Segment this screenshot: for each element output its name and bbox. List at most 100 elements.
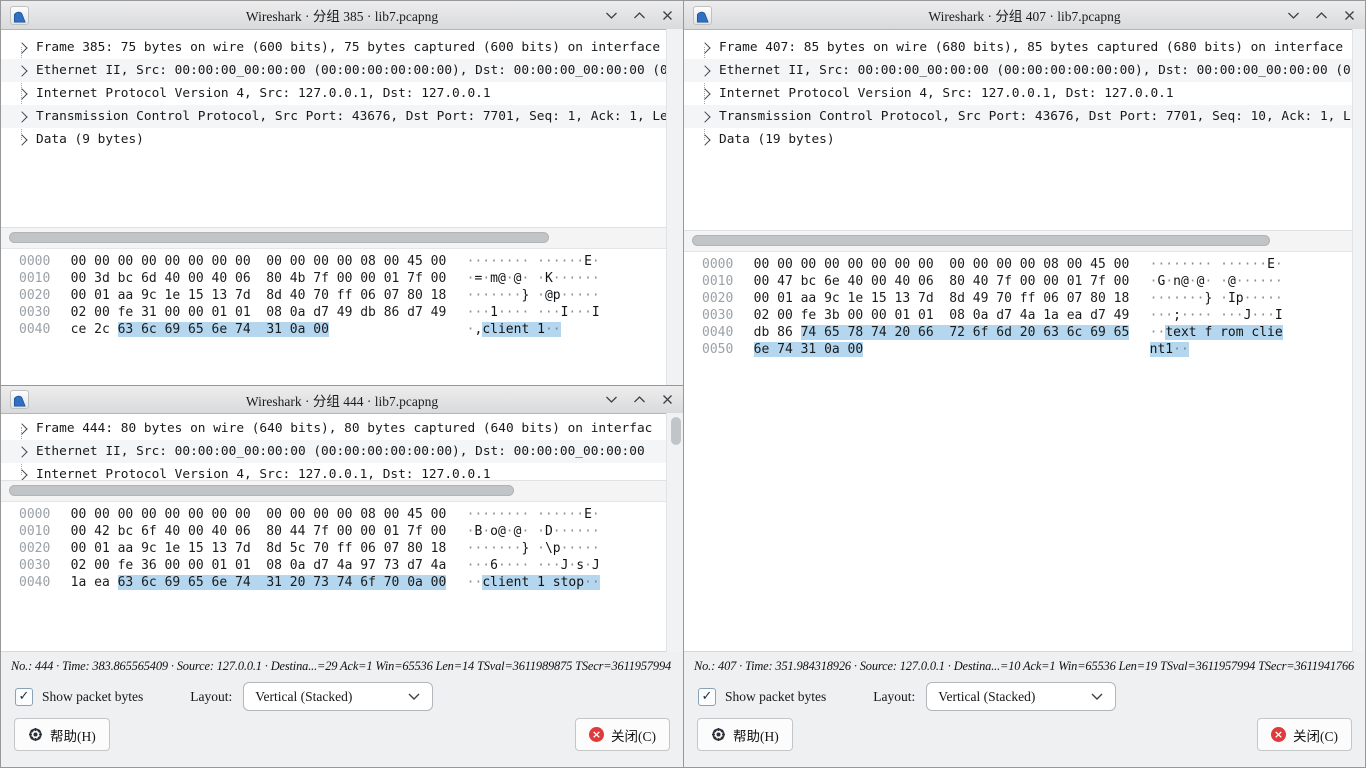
tree-row[interactable]: Frame 407: 85 bytes on wire (680 bits), … [684,36,1365,59]
hex-row[interactable]: 00506e 74 31 0a 00nt1·· [702,341,1365,358]
hex-offset: 0000 [19,507,50,522]
chevron-right-icon[interactable] [16,42,27,53]
tree-row[interactable]: Transmission Control Protocol, Src Port:… [684,105,1365,128]
hex-row[interactable]: 001000 3d bc 6d 40 00 40 06 80 4b 7f 00 … [19,270,683,287]
minimize-button[interactable] [604,393,618,407]
close-circle-icon: × [1271,727,1286,742]
layout-dropdown[interactable]: Vertical (Stacked) [243,682,433,711]
close-circle-icon: × [589,727,604,742]
hex-row[interactable]: 000000 00 00 00 00 00 00 00 00 00 00 00 … [19,253,683,270]
tree-row[interactable]: Ethernet II, Src: 00:00:00_00:00:00 (00:… [684,59,1365,82]
hex-row[interactable]: 0040ce 2c 63 6c 69 65 6e 74 31 0a 00·,cl… [19,321,683,338]
tree-row[interactable]: Frame 444: 80 bytes on wire (640 bits), … [1,417,683,440]
tree-row[interactable]: Transmission Control Protocol, Src Port:… [1,105,683,128]
scrollbar-thumb[interactable] [692,235,1270,246]
hex-row[interactable]: 00401a ea 63 6c 69 65 6e 74 31 20 73 74 … [19,574,683,591]
close-button[interactable]: × 关闭(C) [575,718,670,751]
tree-row[interactable]: Frame 385: 75 bytes on wire (600 bits), … [1,36,683,59]
window-packet-444: Wireshark · 分组 444 · lib7.pcapng Frame 4… [0,385,684,768]
vertical-scrollbar-track[interactable] [666,413,683,652]
packet-bytes-pane[interactable]: 000000 00 00 00 00 00 00 00 00 00 00 00 … [1,502,683,651]
hex-offset: 0010 [702,274,733,289]
hex-row[interactable]: 000000 00 00 00 00 00 00 00 00 00 00 00 … [19,506,683,523]
hex-offset: 0030 [19,558,50,573]
tree-row[interactable]: Internet Protocol Version 4, Src: 127.0.… [1,463,683,480]
chevron-right-icon[interactable] [16,446,27,457]
horizontal-scrollbar[interactable] [1,480,683,502]
chevron-right-icon[interactable] [16,469,27,480]
hex-row[interactable]: 003002 00 fe 3b 00 00 01 01 08 0a d7 4a … [702,307,1365,324]
packet-bytes-pane[interactable]: 000000 00 00 00 00 00 00 00 00 00 00 00 … [684,252,1365,651]
hex-ascii: ···;···· ···J···I [1150,308,1283,323]
hex-row[interactable]: 0040db 86 74 65 78 74 20 66 72 6f 6d 20 … [702,324,1365,341]
hex-row[interactable]: 001000 47 bc 6e 40 00 40 06 80 40 7f 00 … [702,273,1365,290]
tree-row-label: Frame 407: 85 bytes on wire (680 bits), … [719,40,1343,55]
tree-row[interactable]: Internet Protocol Version 4, Src: 127.0.… [684,82,1365,105]
hex-offset: 0000 [702,257,733,272]
close-button[interactable]: × 关闭(C) [1257,718,1352,751]
packet-status-line: No.: 407 · Time: 351.984318926 · Source:… [684,652,1365,674]
chevron-right-icon[interactable] [699,111,710,122]
packet-bytes-pane[interactable]: 000000 00 00 00 00 00 00 00 00 00 00 00 … [1,249,683,385]
chevron-right-icon[interactable] [16,111,27,122]
chevron-right-icon[interactable] [699,65,710,76]
help-wheel-icon [711,727,726,742]
packet-detail-tree[interactable]: Frame 407: 85 bytes on wire (680 bits), … [684,30,1365,230]
layout-dropdown[interactable]: Vertical (Stacked) [926,682,1116,711]
close-window-button[interactable] [660,393,674,407]
maximize-button[interactable] [1314,8,1328,22]
help-button[interactable]: 帮助(H) [14,718,110,751]
hex-row[interactable]: 002000 01 aa 9c 1e 15 13 7d 8d 5c 70 ff … [19,540,683,557]
help-button[interactable]: 帮助(H) [697,718,793,751]
hex-row[interactable]: 003002 00 fe 36 00 00 01 01 08 0a d7 4a … [19,557,683,574]
hex-offset: 0000 [19,254,50,269]
chevron-right-icon[interactable] [699,42,710,53]
scrollbar-thumb[interactable] [9,232,549,243]
hex-bytes: 00 42 bc 6f 40 00 40 06 80 44 7f 00 00 0… [71,524,447,539]
titlebar[interactable]: Wireshark · 分组 407 · lib7.pcapng [684,1,1365,30]
tree-row-label: Data (9 bytes) [36,132,144,147]
hex-ascii: ···6···· ···J·s·J [467,558,600,573]
show-packet-bytes-checkbox[interactable]: ✓ Show packet bytes [698,688,826,706]
chevron-right-icon[interactable] [16,134,27,145]
hex-row[interactable]: 001000 42 bc 6f 40 00 40 06 80 44 7f 00 … [19,523,683,540]
checkbox-check-icon: ✓ [15,688,33,706]
packet-detail-tree[interactable]: Frame 444: 80 bytes on wire (640 bits), … [1,414,683,480]
minimize-button[interactable] [1286,8,1300,22]
hex-row[interactable]: 002000 01 aa 9c 1e 15 13 7d 8d 49 70 ff … [702,290,1365,307]
help-wheel-icon [28,727,43,742]
dialog-footer: No.: 407 · Time: 351.984318926 · Source:… [684,651,1365,767]
tree-row[interactable]: Internet Protocol Version 4, Src: 127.0.… [1,82,683,105]
hex-ascii: ·······} ·@p····· [467,288,600,303]
maximize-button[interactable] [632,393,646,407]
titlebar[interactable]: Wireshark · 分组 444 · lib7.pcapng [1,386,683,414]
chevron-right-icon[interactable] [16,88,27,99]
tree-row[interactable]: Ethernet II, Src: 00:00:00_00:00:00 (00:… [1,59,683,82]
hex-bytes: ce 2c 63 6c 69 65 6e 74 31 0a 00 [71,322,447,337]
vertical-scrollbar-track[interactable] [666,29,683,385]
chevron-right-icon[interactable] [699,134,710,145]
chevron-right-icon[interactable] [699,88,710,99]
hex-ascii: ·=·m@·@· ·K······ [467,271,600,286]
hex-ascii: ·,client 1·· [467,322,561,337]
scrollbar-thumb[interactable] [9,485,514,496]
tree-row[interactable]: Data (9 bytes) [1,128,683,151]
tree-row[interactable]: Ethernet II, Src: 00:00:00_00:00:00 (00:… [1,440,683,463]
minimize-button[interactable] [604,8,618,22]
vertical-scrollbar-thumb[interactable] [671,417,681,445]
horizontal-scrollbar[interactable] [1,227,683,249]
hex-row[interactable]: 002000 01 aa 9c 1e 15 13 7d 8d 40 70 ff … [19,287,683,304]
chevron-right-icon[interactable] [16,65,27,76]
hex-row[interactable]: 000000 00 00 00 00 00 00 00 00 00 00 00 … [702,256,1365,273]
hex-row[interactable]: 003002 00 fe 31 00 00 01 01 08 0a d7 49 … [19,304,683,321]
tree-row[interactable]: Data (19 bytes) [684,128,1365,151]
titlebar[interactable]: Wireshark · 分组 385 · lib7.pcapng [1,1,683,30]
chevron-right-icon[interactable] [16,423,27,434]
close-window-button[interactable] [1342,8,1356,22]
show-packet-bytes-checkbox[interactable]: ✓ Show packet bytes [15,688,143,706]
maximize-button[interactable] [632,8,646,22]
horizontal-scrollbar[interactable] [684,230,1365,252]
close-window-button[interactable] [660,8,674,22]
vertical-scrollbar-track[interactable] [1352,29,1365,652]
packet-detail-tree[interactable]: Frame 385: 75 bytes on wire (600 bits), … [1,30,683,227]
